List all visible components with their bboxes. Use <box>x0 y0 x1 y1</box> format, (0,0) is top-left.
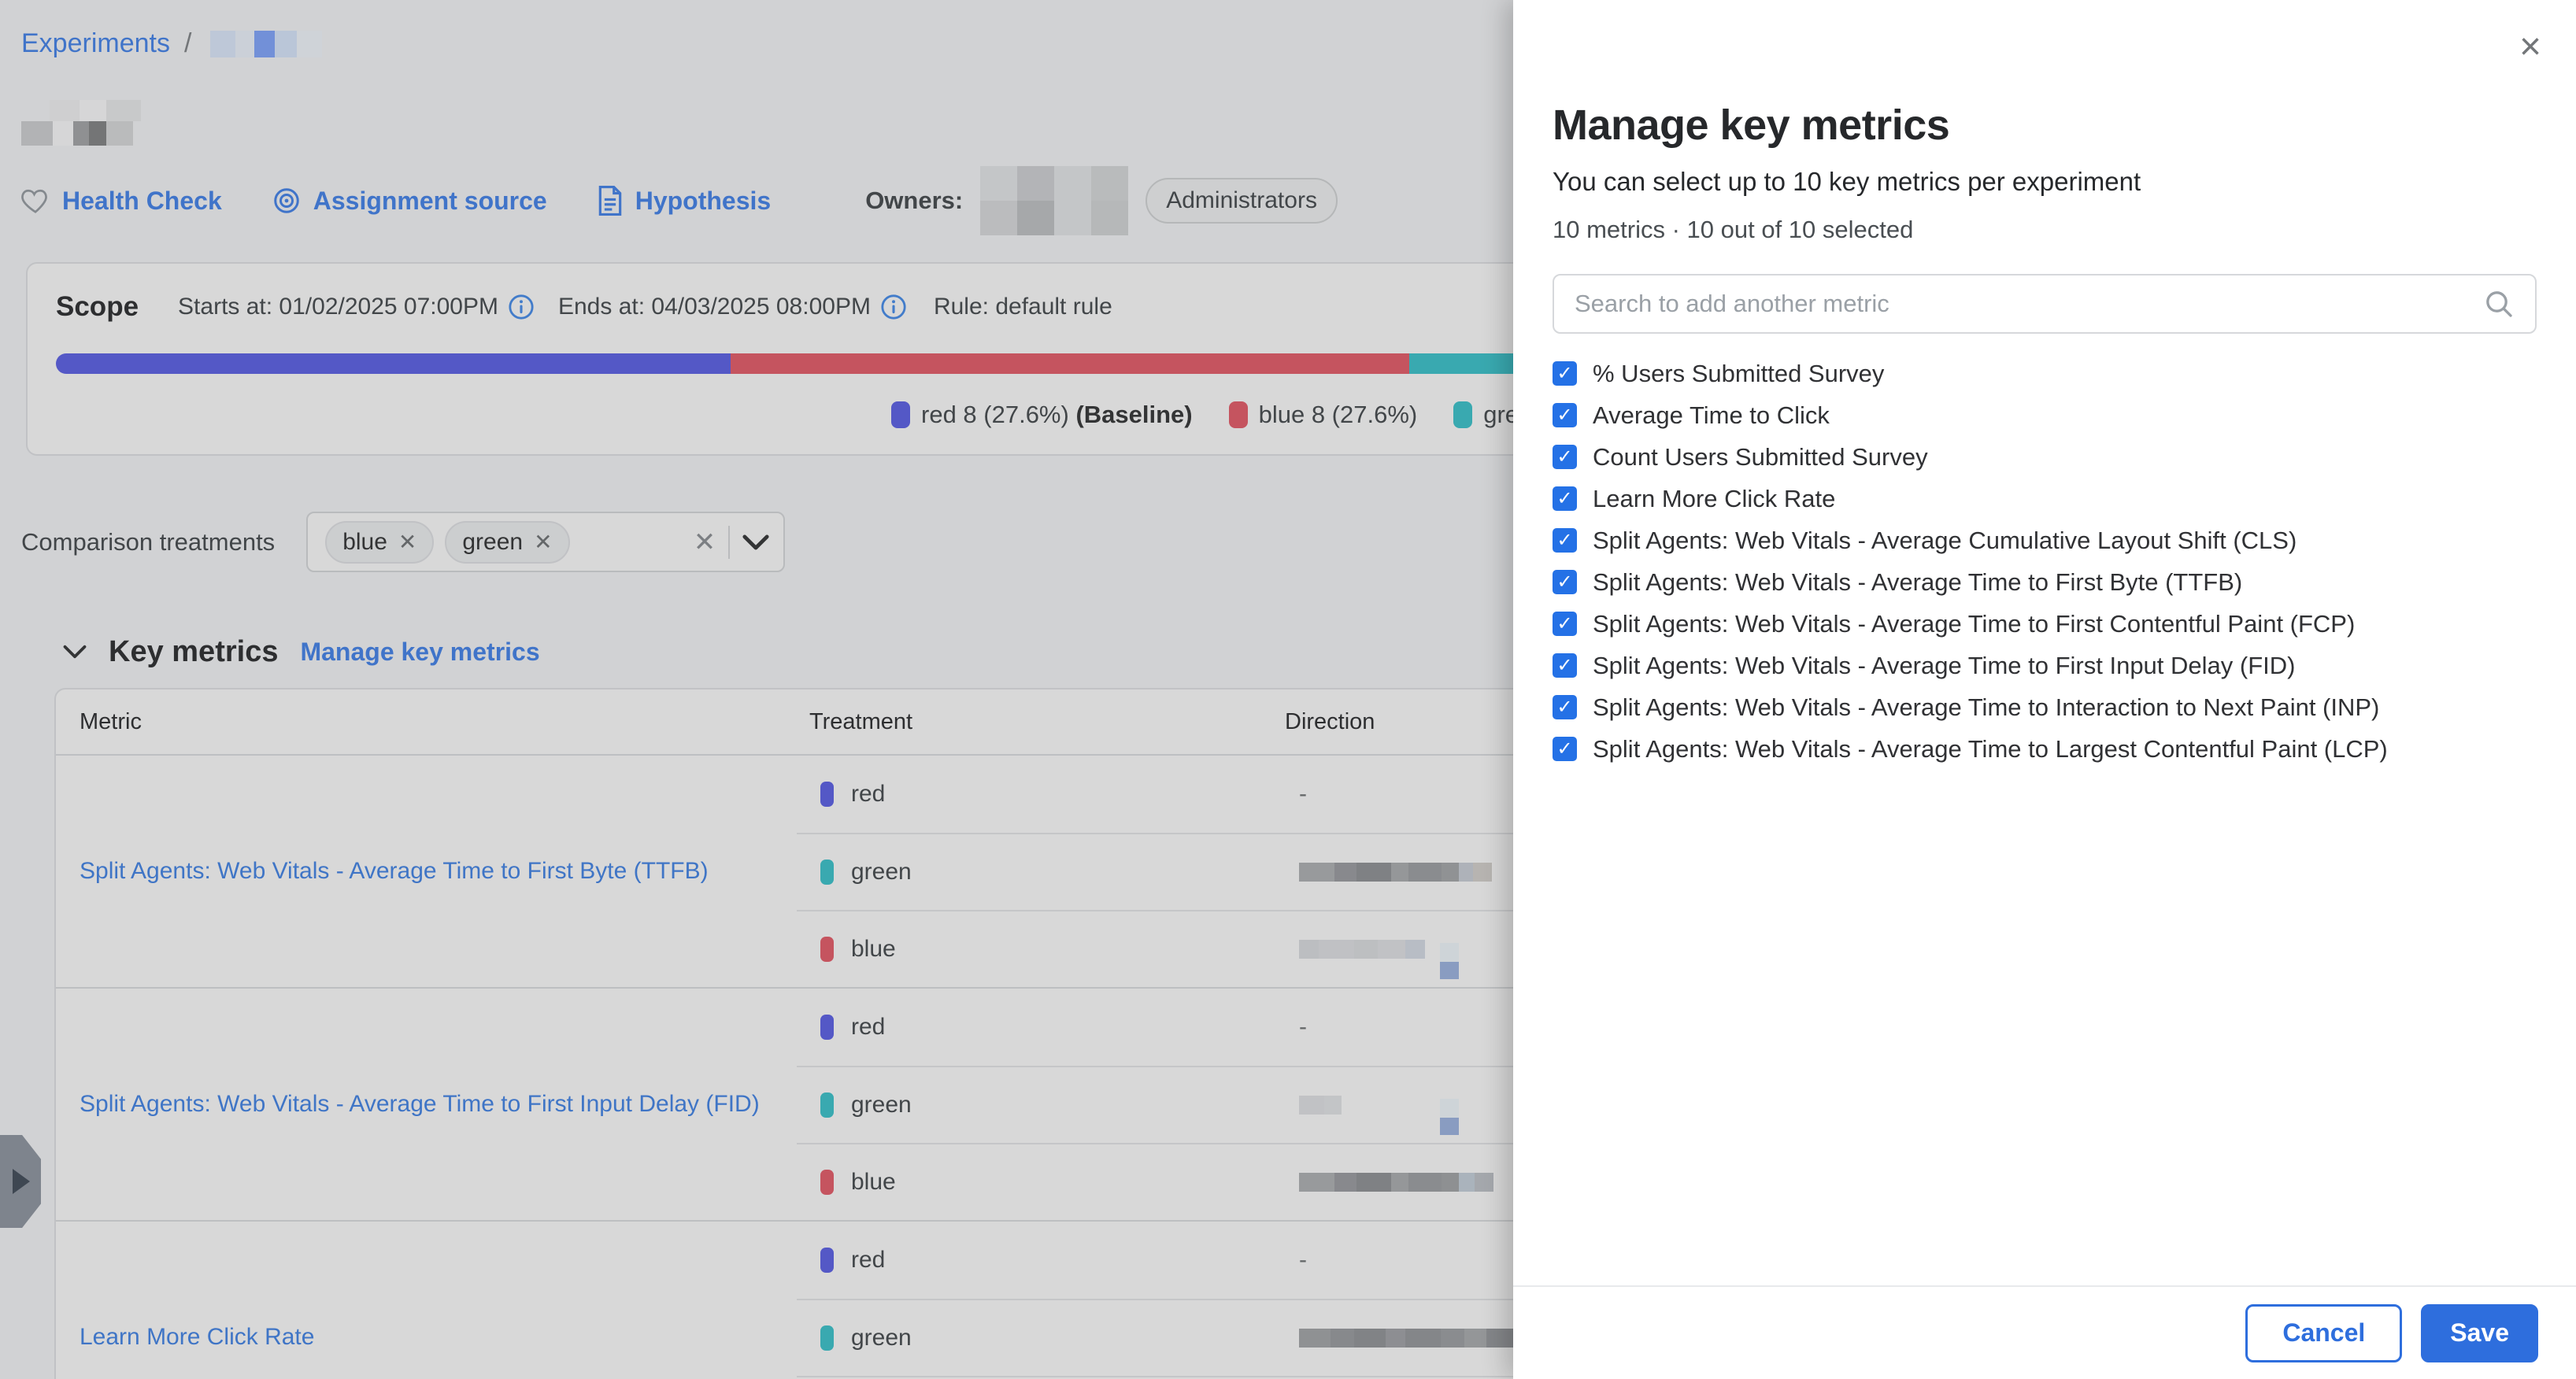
search-input[interactable] <box>1575 290 2483 318</box>
metric-checkbox-item[interactable]: ✓ % Users Submitted Survey <box>1553 353 2537 394</box>
metric-checkbox-item[interactable]: ✓ Count Users Submitted Survey <box>1553 436 2537 478</box>
metric-checkbox-label: Split Agents: Web Vitals - Average Time … <box>1593 568 2242 597</box>
app-window: Experiments / Health Check Assignment so… <box>0 0 2576 1379</box>
checkbox-checked-icon[interactable]: ✓ <box>1553 403 1577 427</box>
search-icon <box>2483 288 2515 320</box>
metric-checkbox-item[interactable]: ✓ Split Agents: Web Vitals - Average Time… <box>1553 645 2537 686</box>
close-icon[interactable]: × <box>2519 28 2541 66</box>
search-box[interactable] <box>1553 274 2537 334</box>
metric-checkbox-label: Split Agents: Web Vitals - Average Time … <box>1593 652 2295 680</box>
metric-checkbox-label: Average Time to Click <box>1593 401 1830 430</box>
checkbox-checked-icon[interactable]: ✓ <box>1553 570 1577 594</box>
checkbox-checked-icon[interactable]: ✓ <box>1553 486 1577 511</box>
metric-checkbox-label: Count Users Submitted Survey <box>1593 443 1928 471</box>
checkbox-checked-icon[interactable]: ✓ <box>1553 361 1577 386</box>
metric-checkbox-label: Split Agents: Web Vitals - Average Time … <box>1593 610 2355 638</box>
metric-checkbox-item[interactable]: ✓ Split Agents: Web Vitals - Average Time… <box>1553 686 2537 728</box>
cancel-button[interactable]: Cancel <box>2245 1304 2402 1362</box>
checkbox-checked-icon[interactable]: ✓ <box>1553 737 1577 761</box>
metric-checkbox-label: % Users Submitted Survey <box>1593 360 1884 388</box>
checkbox-checked-icon[interactable]: ✓ <box>1553 612 1577 636</box>
manage-key-metrics-panel: × Manage key metrics You can select up t… <box>1513 0 2576 1379</box>
panel-footer: Cancel Save <box>1513 1285 2576 1379</box>
checkbox-checked-icon[interactable]: ✓ <box>1553 445 1577 469</box>
panel-subtitle: You can select up to 10 key metrics per … <box>1553 167 2537 197</box>
metric-checklist: ✓ % Users Submitted Survey ✓ Average Time t… <box>1553 353 2537 770</box>
checkbox-checked-icon[interactable]: ✓ <box>1553 695 1577 719</box>
save-button[interactable]: Save <box>2421 1304 2538 1362</box>
checkbox-checked-icon[interactable]: ✓ <box>1553 653 1577 678</box>
metric-checkbox-label: Split Agents: Web Vitals - Average Time … <box>1593 735 2388 763</box>
metric-checkbox-item[interactable]: ✓ Split Agents: Web Vitals - Average Time… <box>1553 561 2537 603</box>
metric-checkbox-item[interactable]: ✓ Average Time to Click <box>1553 394 2537 436</box>
metric-checkbox-item[interactable]: ✓ Split Agents: Web Vitals - Average Cumu… <box>1553 519 2537 561</box>
metrics-count: 10 metrics · 10 out of 10 selected <box>1553 216 2537 244</box>
metric-checkbox-label: Split Agents: Web Vitals - Average Time … <box>1593 693 2379 722</box>
metric-checkbox-item[interactable]: ✓ Split Agents: Web Vitals - Average Time… <box>1553 603 2537 645</box>
metric-checkbox-item[interactable]: ✓ Learn More Click Rate <box>1553 478 2537 519</box>
checkbox-checked-icon[interactable]: ✓ <box>1553 528 1577 553</box>
metric-checkbox-label: Learn More Click Rate <box>1593 485 1835 513</box>
panel-title: Manage key metrics <box>1553 101 2537 150</box>
metric-checkbox-label: Split Agents: Web Vitals - Average Cumul… <box>1593 527 2297 555</box>
metric-checkbox-item[interactable]: ✓ Split Agents: Web Vitals - Average Time… <box>1553 728 2537 770</box>
